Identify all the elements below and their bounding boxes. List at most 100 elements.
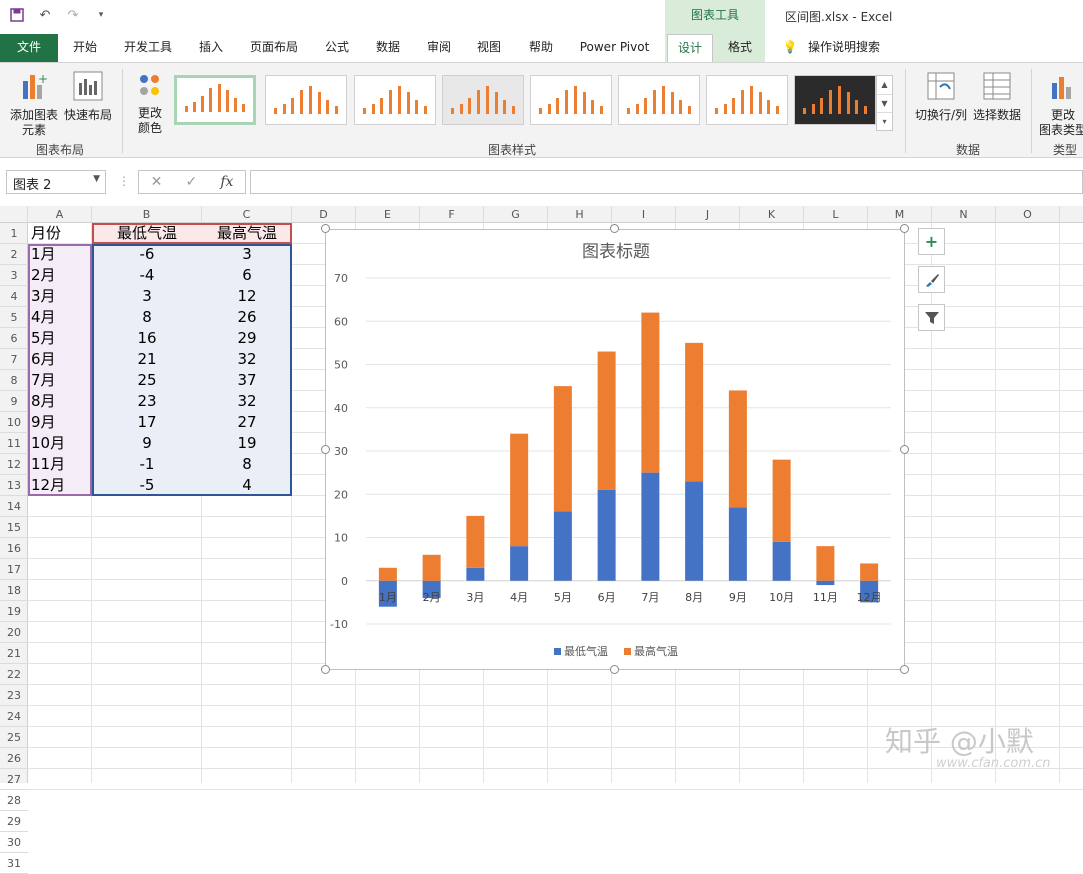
column-header[interactable]: D	[292, 206, 356, 223]
chart-elements-plus-icon[interactable]: +	[918, 228, 945, 255]
table-cell[interactable]: 3月	[28, 286, 92, 307]
row-header[interactable]: 20	[0, 622, 28, 643]
chart-style-3[interactable]	[354, 75, 436, 125]
tab-data[interactable]: 数据	[367, 34, 409, 62]
chart-styles-brush-icon[interactable]	[918, 266, 945, 293]
table-cell[interactable]: 3	[202, 244, 292, 265]
tab-help[interactable]: 帮助	[520, 34, 562, 62]
tab-review[interactable]: 审阅	[418, 34, 460, 62]
table-cell[interactable]: -6	[92, 244, 202, 265]
row-header[interactable]: 2	[0, 244, 28, 265]
tab-design[interactable]: 设计	[667, 34, 713, 62]
table-cell[interactable]: 8	[92, 307, 202, 328]
row-header[interactable]: 1	[0, 223, 28, 244]
row-header[interactable]: 13	[0, 475, 28, 496]
table-cell[interactable]: 10月	[28, 433, 92, 454]
row-header[interactable]: 4	[0, 286, 28, 307]
chart-style-5[interactable]	[530, 75, 612, 125]
row-header[interactable]: 26	[0, 748, 28, 769]
select-data-button[interactable]: 选择数据	[970, 71, 1024, 123]
row-header[interactable]: 15	[0, 517, 28, 538]
table-cell[interactable]: 11月	[28, 454, 92, 475]
enter-icon[interactable]: ✓	[185, 174, 197, 190]
table-cell[interactable]: 19	[202, 433, 292, 454]
row-header[interactable]: 22	[0, 664, 28, 685]
table-cell[interactable]: 6月	[28, 349, 92, 370]
row-header[interactable]: 21	[0, 643, 28, 664]
resize-handle[interactable]	[900, 665, 909, 674]
change-chart-type-button[interactable]: 更改 图表类型	[1038, 71, 1083, 138]
quick-layout-button[interactable]: 快速布局	[62, 71, 114, 123]
chart-style-2[interactable]	[265, 75, 347, 125]
customize-qat-icon[interactable]: ▾	[92, 6, 110, 24]
table-cell[interactable]: -5	[92, 475, 202, 496]
insert-function-icon[interactable]: fx	[220, 174, 233, 190]
row-header[interactable]: 11	[0, 433, 28, 454]
row-header[interactable]: 23	[0, 685, 28, 706]
row-header[interactable]: 27	[0, 769, 28, 790]
table-cell[interactable]: 12	[202, 286, 292, 307]
table-cell[interactable]: -4	[92, 265, 202, 286]
tab-formulas[interactable]: 公式	[316, 34, 358, 62]
row-header[interactable]: 10	[0, 412, 28, 433]
table-cell[interactable]: 32	[202, 391, 292, 412]
table-cell[interactable]: 21	[92, 349, 202, 370]
chart-area[interactable]: 图表标题 -10 0 10 20 30 40 50 60 70 1月 2月 3月 4月 5月 6月 7月 8月 9月…	[325, 229, 905, 670]
tab-page-layout[interactable]: 页面布局	[243, 34, 305, 62]
row-header[interactable]: 7	[0, 349, 28, 370]
column-header[interactable]: F	[420, 206, 484, 223]
row-header[interactable]: 25	[0, 727, 28, 748]
tab-file[interactable]: 文件	[0, 34, 58, 62]
table-cell[interactable]: 4月	[28, 307, 92, 328]
table-cell[interactable]: 29	[202, 328, 292, 349]
resize-handle[interactable]	[610, 224, 619, 233]
table-cell[interactable]: 23	[92, 391, 202, 412]
table-cell[interactable]: 12月	[28, 475, 92, 496]
tab-power-pivot[interactable]: Power Pivot	[572, 34, 657, 62]
table-cell[interactable]: 3	[92, 286, 202, 307]
table-cell[interactable]: 8	[202, 454, 292, 475]
tab-developer[interactable]: 开发工具	[117, 34, 179, 62]
tab-insert[interactable]: 插入	[190, 34, 232, 62]
save-icon[interactable]	[8, 6, 26, 24]
table-cell[interactable]: 32	[202, 349, 292, 370]
row-header[interactable]: 24	[0, 706, 28, 727]
table-cell[interactable]: 4	[202, 475, 292, 496]
switch-row-column-button[interactable]: 切换行/列	[912, 71, 970, 123]
column-header[interactable]: C	[202, 206, 292, 223]
table-cell[interactable]: 16	[92, 328, 202, 349]
redo-icon[interactable]: ↷	[64, 6, 82, 24]
column-header[interactable]: K	[740, 206, 804, 223]
row-header[interactable]: 30	[0, 832, 28, 853]
change-colors-button[interactable]: 更改 颜色	[130, 71, 170, 136]
add-chart-element-button[interactable]: + 添加图表 元素	[6, 71, 62, 138]
row-header[interactable]: 5	[0, 307, 28, 328]
gallery-scroll[interactable]: ▲ ▼ ▾	[876, 75, 893, 131]
table-cell[interactable]: 17	[92, 412, 202, 433]
table-header-cell[interactable]: 最高气温	[202, 223, 292, 244]
gallery-more-icon[interactable]: ▾	[877, 112, 892, 130]
table-cell[interactable]: 7月	[28, 370, 92, 391]
row-header[interactable]: 17	[0, 559, 28, 580]
gallery-down-icon[interactable]: ▼	[877, 94, 892, 112]
name-box[interactable]: 图表 2 ▼	[6, 170, 106, 194]
row-header[interactable]: 14	[0, 496, 28, 517]
tab-home[interactable]: 开始	[64, 34, 106, 62]
table-cell[interactable]: 2月	[28, 265, 92, 286]
table-cell[interactable]: 37	[202, 370, 292, 391]
undo-icon[interactable]: ↶	[36, 6, 54, 24]
row-header[interactable]: 29	[0, 811, 28, 832]
chart-style-8[interactable]	[794, 75, 876, 125]
tab-view[interactable]: 视图	[468, 34, 510, 62]
column-header[interactable]: B	[92, 206, 202, 223]
name-box-dropdown-icon[interactable]: ▼	[93, 174, 100, 184]
column-header[interactable]: M	[868, 206, 932, 223]
chart-style-4[interactable]	[442, 75, 524, 125]
row-header[interactable]: 9	[0, 391, 28, 412]
column-header[interactable]: G	[484, 206, 548, 223]
chart-style-6[interactable]	[618, 75, 700, 125]
table-cell[interactable]: 5月	[28, 328, 92, 349]
table-header-cell[interactable]: 最低气温	[92, 223, 202, 244]
resize-handle[interactable]	[321, 665, 330, 674]
table-header-cell[interactable]: 月份	[28, 223, 92, 244]
